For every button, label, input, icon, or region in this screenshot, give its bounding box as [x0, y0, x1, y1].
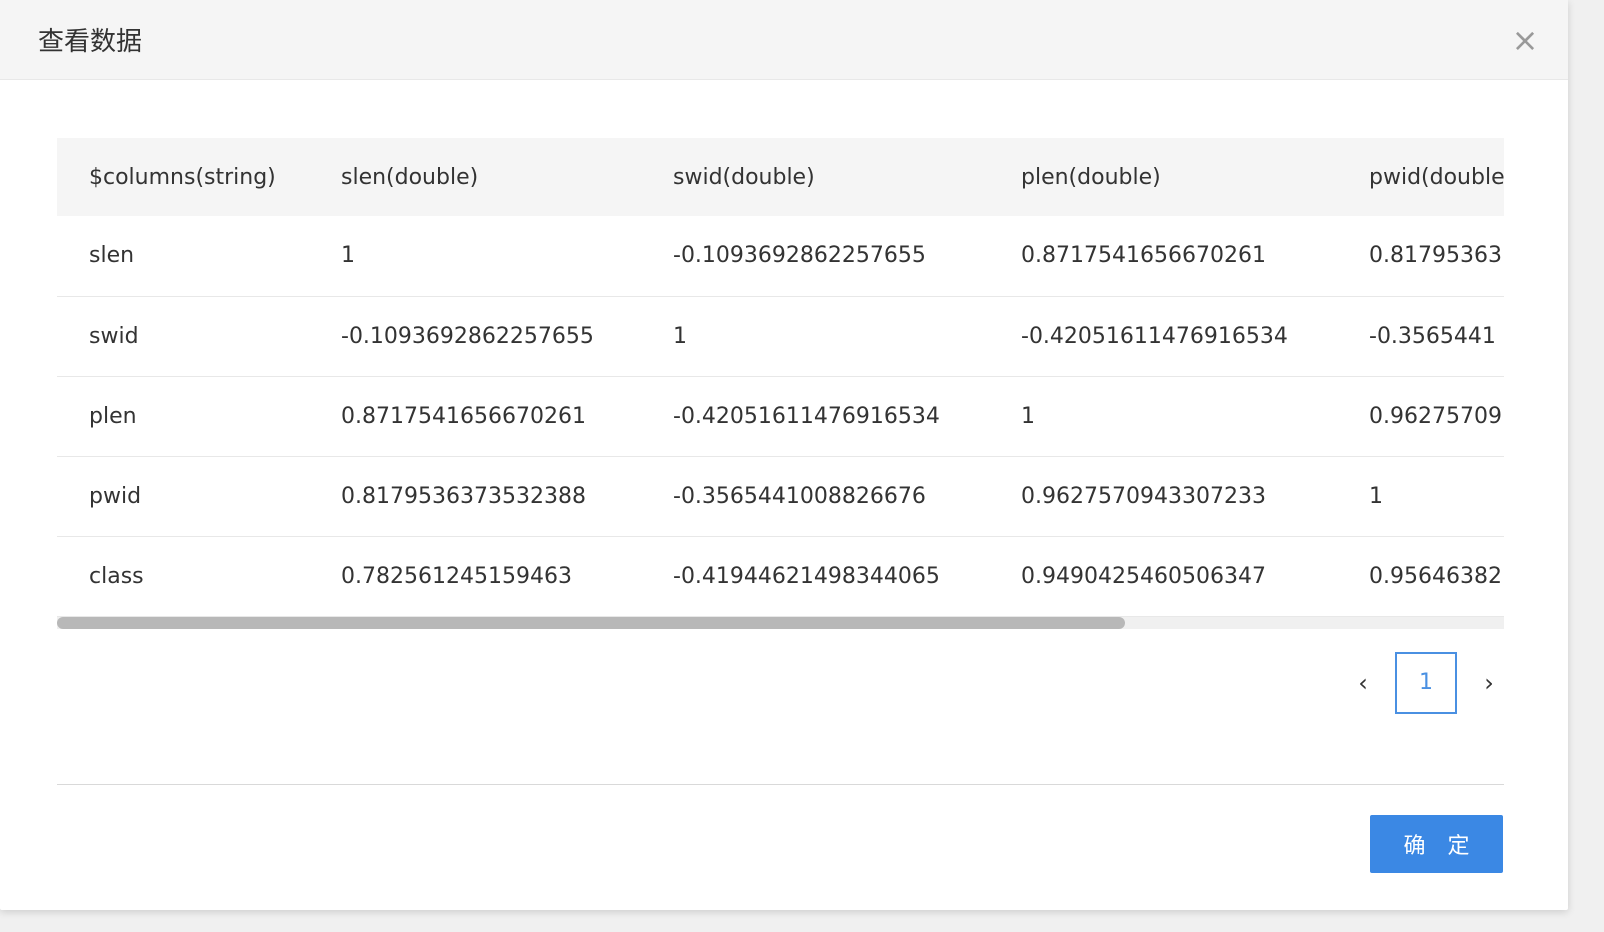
table-row: slen 1 -0.1093692862257655 0.87175416566…	[57, 216, 1504, 296]
cell: 1	[673, 323, 687, 349]
table-row: class 0.782561245159463 -0.4194462149834…	[57, 536, 1504, 616]
scrollbar-thumb[interactable]	[57, 616, 1125, 629]
table-row: swid -0.1093692862257655 1 -0.4205161147…	[57, 296, 1504, 376]
header-columns: $columns(string)	[89, 164, 276, 190]
next-page-icon[interactable]: ›	[1477, 669, 1501, 697]
cell: plen	[89, 403, 137, 429]
cell: 1	[341, 243, 355, 269]
cell: 0.8717541656670261	[341, 403, 586, 429]
cell: 0.9627570943307233	[1021, 483, 1266, 509]
cell: -0.3565441	[1369, 323, 1496, 349]
cell: -0.1093692862257655	[341, 323, 594, 349]
cell: 0.782561245159463	[341, 563, 572, 589]
data-view-modal: 查看数据 × $columns(string) slen(double) swi…	[0, 0, 1568, 910]
cell: 0.9490425460506347	[1021, 563, 1266, 589]
header-slen: slen(double)	[341, 164, 479, 190]
header-plen: plen(double)	[1021, 164, 1161, 190]
header-swid: swid(double)	[673, 164, 815, 190]
cell: 0.8179536373532388	[341, 483, 586, 509]
modal-body: $columns(string) slen(double) swid(doubl…	[0, 80, 1568, 785]
cell: 0.96275709	[1369, 403, 1502, 429]
table-header: $columns(string) slen(double) swid(doubl…	[57, 138, 1504, 216]
table-row: plen 0.8717541656670261 -0.4205161147691…	[57, 376, 1504, 456]
cell: -0.41944621498344065	[673, 563, 940, 589]
cell: class	[89, 563, 144, 589]
cell: 0.81795363	[1369, 243, 1502, 269]
cell: -0.42051611476916534	[673, 403, 940, 429]
confirm-button[interactable]: 确 定	[1370, 814, 1503, 873]
cell: -0.42051611476916534	[1021, 323, 1288, 349]
table-body: slen 1 -0.1093692862257655 0.87175416566…	[57, 216, 1504, 616]
cell: slen	[89, 243, 135, 269]
cell: -0.1093692862257655	[673, 243, 926, 269]
cell: pwid	[89, 483, 142, 509]
table-row: pwid 0.8179536373532388 -0.3565441008826…	[57, 456, 1504, 536]
pagination: ‹ 1 ›	[57, 651, 1501, 714]
prev-page-icon[interactable]: ‹	[1351, 669, 1375, 697]
cell: 1	[1369, 483, 1383, 509]
table-wrapper: $columns(string) slen(double) swid(doubl…	[57, 138, 1504, 617]
page-number[interactable]: 1	[1395, 651, 1457, 714]
data-table: $columns(string) slen(double) swid(doubl…	[57, 138, 1504, 617]
cell: -0.3565441008826676	[673, 483, 926, 509]
cell: 0.95646382	[1369, 563, 1502, 589]
modal-header: 查看数据 ×	[0, 0, 1568, 80]
modal-footer: 确 定	[0, 785, 1568, 873]
horizontal-scrollbar[interactable]	[57, 616, 1504, 629]
modal-title: 查看数据	[38, 27, 143, 57]
cell: 1	[1021, 403, 1035, 429]
cell: 0.8717541656670261	[1021, 243, 1266, 269]
close-icon[interactable]: ×	[1510, 24, 1540, 56]
cell: swid	[89, 323, 139, 349]
header-pwid: pwid(double	[1369, 164, 1504, 190]
